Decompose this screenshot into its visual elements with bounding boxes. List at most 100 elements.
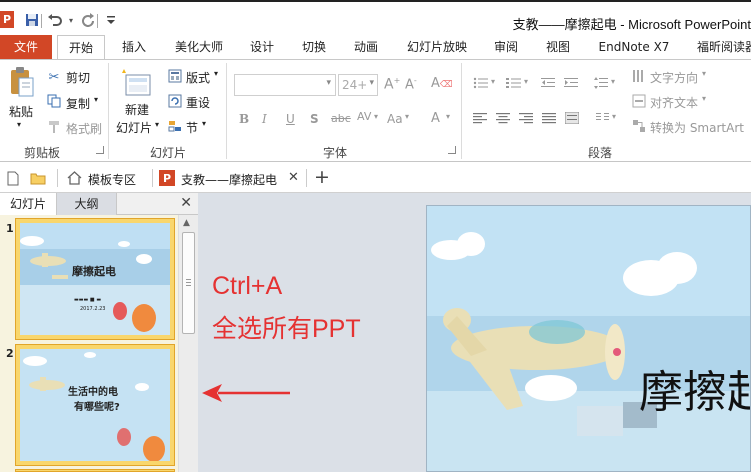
tab-view[interactable]: 视图 — [542, 35, 574, 60]
columns-dropdown-icon[interactable]: ▾ — [612, 112, 616, 121]
tab-foxit-reader[interactable]: 福昕阅读器 — [692, 35, 751, 60]
layout-dropdown-icon[interactable]: ▾ — [214, 69, 218, 78]
new-document-icon[interactable] — [6, 170, 20, 186]
bold-button[interactable]: B — [239, 112, 249, 126]
section-dropdown-icon[interactable]: ▾ — [202, 119, 206, 128]
shadow-button[interactable]: S — [310, 112, 319, 126]
change-case-dropdown-icon[interactable]: ▾ — [405, 112, 409, 121]
new-slide-icon[interactable] — [120, 66, 154, 98]
save-icon[interactable] — [24, 12, 40, 28]
slide-thumbnail[interactable]: 摩擦起电 ▬▬▬ ■ ▬ 2017.2.23 — [15, 218, 175, 340]
home-icon[interactable] — [66, 170, 82, 186]
shrink-font-icon[interactable]: A- — [405, 76, 417, 92]
convert-smartart-button[interactable]: 转换为 SmartArt — [650, 119, 744, 136]
annotation-shortcut: Ctrl+A — [212, 272, 283, 300]
font-color-dropdown-icon[interactable]: ▾ — [446, 112, 450, 121]
tab-beautify-master[interactable]: 美化大师 — [170, 35, 228, 60]
paste-button[interactable]: 粘贴 — [9, 103, 33, 120]
copy-dropdown-icon[interactable]: ▾ — [94, 95, 98, 104]
justify-icon[interactable] — [541, 111, 557, 125]
char-spacing-button[interactable]: AV — [357, 110, 371, 123]
increase-indent-icon[interactable] — [563, 76, 579, 90]
format-painter-icon — [46, 120, 62, 134]
add-tab-icon[interactable]: + — [314, 166, 330, 188]
tab-slideshow[interactable]: 幻灯片放映 — [402, 35, 472, 60]
tab-outline[interactable]: 大纲 — [57, 193, 117, 215]
font-family-select[interactable]: ▾ — [234, 74, 336, 96]
change-case-button[interactable]: Aa — [387, 112, 403, 126]
decrease-indent-icon[interactable] — [540, 76, 556, 90]
doctab-template-zone[interactable]: 模板专区 — [88, 171, 136, 188]
folder-icon[interactable] — [30, 170, 46, 186]
tab-file[interactable]: 文件 — [0, 35, 52, 60]
vertical-scrollbar[interactable]: ▲ — [178, 215, 198, 472]
align-text-icon — [631, 94, 647, 108]
tab-animations[interactable]: 动画 — [350, 35, 382, 60]
close-panel-icon[interactable]: ✕ — [180, 195, 192, 211]
columns-icon[interactable] — [595, 111, 611, 125]
tab-endnote[interactable]: EndNote X7 — [594, 35, 674, 60]
numbering-icon[interactable] — [505, 76, 523, 90]
font-color-icon[interactable]: A — [431, 111, 440, 126]
new-slide-button[interactable]: 新建 — [125, 101, 149, 118]
clear-format-icon[interactable]: A⌫ — [431, 76, 453, 91]
distributed-icon[interactable] — [564, 111, 580, 125]
scrollbar-thumb[interactable] — [182, 232, 195, 334]
cut-button[interactable]: 剪切 — [66, 69, 90, 86]
section-button[interactable]: 节 — [186, 119, 198, 136]
clipboard-launcher-icon[interactable] — [96, 146, 104, 154]
new-slide-dropdown-icon[interactable]: ▾ — [155, 120, 159, 129]
slide-number: 1 — [6, 222, 14, 235]
align-text-dropdown-icon[interactable]: ▾ — [702, 94, 706, 103]
font-size-select[interactable]: 24+ ▾ — [338, 74, 378, 96]
layout-button[interactable]: 版式 — [186, 69, 210, 86]
thumbnail-title-line2: 有哪些呢? — [74, 402, 120, 413]
char-spacing-dropdown-icon[interactable]: ▾ — [374, 112, 378, 121]
tab-design[interactable]: 设计 — [246, 35, 278, 60]
group-separator — [226, 63, 227, 159]
numbering-dropdown-icon[interactable]: ▾ — [524, 77, 528, 86]
close-tab-icon[interactable]: ✕ — [288, 170, 299, 185]
paste-icon[interactable] — [8, 66, 36, 98]
strikethrough-button[interactable]: abc — [331, 112, 351, 125]
tab-home[interactable]: 开始 — [57, 35, 105, 61]
tab-insert[interactable]: 插入 — [118, 35, 150, 60]
slide-background-image — [427, 206, 750, 471]
doctab-current-document[interactable]: 支教——摩擦起电 — [181, 171, 277, 188]
scroll-up-icon[interactable]: ▲ — [183, 218, 190, 228]
powerpoint-app-icon[interactable]: P — [0, 11, 14, 28]
reset-button[interactable]: 重设 — [186, 94, 210, 111]
qat-separator — [97, 14, 98, 28]
text-direction-dropdown-icon[interactable]: ▾ — [702, 69, 706, 78]
thumbnail-author: ▬▬▬ ■ ▬ — [74, 297, 102, 303]
line-spacing-icon[interactable] — [593, 76, 609, 90]
underline-button[interactable]: U — [286, 112, 295, 126]
undo-dropdown-icon[interactable]: ▾ — [63, 12, 79, 28]
italic-button[interactable]: I — [262, 112, 267, 126]
current-slide[interactable]: 摩擦起 — [426, 205, 751, 472]
bullets-dropdown-icon[interactable]: ▾ — [491, 77, 495, 86]
align-left-icon[interactable] — [472, 111, 488, 125]
customize-qat-icon[interactable] — [103, 12, 119, 28]
bullets-icon[interactable] — [472, 76, 490, 90]
copy-button[interactable]: 复制 — [66, 95, 90, 112]
tab-transitions[interactable]: 切换 — [298, 35, 330, 60]
font-launcher-icon[interactable] — [448, 146, 456, 154]
grow-font-icon[interactable]: A+ — [384, 76, 400, 93]
line-spacing-dropdown-icon[interactable]: ▾ — [611, 77, 615, 86]
text-direction-button[interactable]: 文字方向 — [650, 69, 698, 86]
align-text-button[interactable]: 对齐文本 — [650, 94, 698, 111]
paste-dropdown-icon[interactable]: ▾ — [17, 120, 21, 129]
slide-thumbnail[interactable]: 生活中的电 有哪些呢? — [15, 344, 175, 466]
document-tab-bar: 模板专区 P 支教——摩擦起电 ✕ + — [0, 163, 751, 193]
align-center-icon[interactable] — [495, 111, 511, 125]
ribbon-home: 粘贴 ▾ ✂ 剪切 复制 ▾ 格式刷 剪贴板 新建 幻灯片 ▾ 版式 ▾ 重设 … — [0, 60, 751, 162]
new-slide-button-line2[interactable]: 幻灯片 — [116, 119, 152, 136]
tab-review[interactable]: 审阅 — [490, 35, 522, 60]
format-painter-button[interactable]: 格式刷 — [66, 120, 102, 137]
tab-slides[interactable]: 幻灯片 — [0, 193, 57, 215]
slide-title[interactable]: 摩擦起 — [639, 356, 750, 420]
align-right-icon[interactable] — [518, 111, 534, 125]
redo-icon[interactable] — [80, 12, 96, 28]
undo-icon[interactable] — [47, 12, 63, 28]
